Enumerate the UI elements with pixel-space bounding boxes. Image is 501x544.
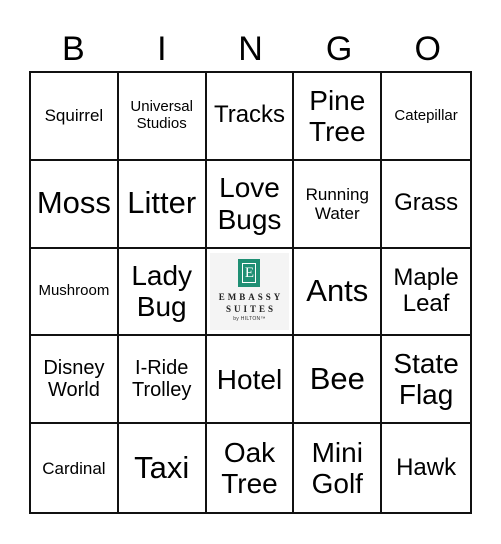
bingo-cell[interactable]: Mini Golf: [294, 424, 383, 512]
bingo-cell[interactable]: Litter: [118, 160, 207, 249]
bingo-cell[interactable]: I-Ride Trolley: [118, 336, 207, 425]
bingo-grid: Squirrel Universal Studios Tracks Pine T…: [29, 71, 472, 514]
embassy-suites-e-icon: E: [238, 259, 261, 288]
bingo-cell[interactable]: Ants: [294, 248, 383, 337]
header-letter-b: B: [61, 30, 85, 68]
cell-label: Running Water: [305, 184, 369, 223]
bingo-cell[interactable]: Moss: [31, 160, 119, 249]
cell-label: Hotel: [216, 363, 283, 395]
header-letter-n: N: [238, 30, 263, 68]
bingo-cell[interactable]: Mushroom: [31, 248, 119, 337]
cell-label: Mushroom: [38, 282, 110, 300]
bingo-cell[interactable]: Bee: [294, 336, 383, 425]
cell-label: Moss: [36, 185, 111, 221]
cell-label: Grass: [394, 189, 459, 217]
header-letter-o: O: [414, 30, 441, 68]
embassy-suites-logo: E EMBASSY SUITES by HILTON™: [209, 252, 290, 331]
cell-label: Maple Leaf: [393, 263, 459, 318]
cell-label: Squirrel: [44, 106, 104, 126]
cell-label: Pine Tree: [309, 84, 366, 147]
bingo-cell[interactable]: Squirrel: [31, 73, 119, 161]
bingo-cell[interactable]: Taxi: [119, 424, 207, 512]
cell-label: Ants: [306, 273, 369, 309]
cell-label: State Flag: [393, 347, 459, 411]
cell-label: Taxi: [134, 449, 190, 485]
cell-label: Cardinal: [42, 458, 106, 478]
bingo-cell[interactable]: Tracks: [206, 73, 295, 161]
bingo-cell[interactable]: Maple Leaf: [382, 249, 470, 337]
header-letter-g: G: [325, 30, 353, 68]
cell-label: Love Bugs: [217, 172, 282, 235]
bingo-cell[interactable]: Lady Bug: [118, 248, 207, 337]
bingo-cell[interactable]: Running Water: [294, 160, 383, 249]
bingo-cell[interactable]: Catepillar: [382, 73, 470, 161]
free-space-cell[interactable]: E EMBASSY SUITES by HILTON™: [206, 248, 295, 337]
logo-text-suites: SUITES: [225, 304, 276, 315]
logo-text-embassy: EMBASSY: [218, 292, 284, 303]
bingo-cell[interactable]: Hawk: [382, 424, 470, 512]
cell-label: Mini Golf: [311, 436, 363, 500]
header-letter-i: I: [157, 30, 167, 68]
bingo-cell[interactable]: Hotel: [206, 336, 295, 425]
bingo-cell[interactable]: Grass: [382, 161, 470, 249]
cell-label: Litter: [127, 185, 197, 221]
cell-label: Oak Tree: [221, 436, 278, 500]
cell-label: Bee: [309, 360, 365, 396]
cell-label: Disney World: [43, 356, 105, 402]
cell-label: Lady Bug: [131, 260, 193, 323]
cell-label: I-Ride Trolley: [132, 356, 192, 402]
bingo-cell[interactable]: Oak Tree: [207, 424, 295, 512]
bingo-cell[interactable]: Universal Studios: [118, 73, 207, 161]
bingo-cell[interactable]: Love Bugs: [206, 160, 295, 249]
cell-label: Catepillar: [394, 106, 458, 124]
cell-label: Tracks: [213, 101, 286, 129]
cell-label: Hawk: [396, 453, 457, 481]
bingo-cell[interactable]: Disney World: [31, 336, 119, 425]
bingo-header: B I N G O: [29, 28, 472, 70]
bingo-cell[interactable]: Cardinal: [31, 424, 119, 512]
bingo-cell[interactable]: State Flag: [382, 336, 470, 425]
logo-text-by-hilton: by HILTON™: [233, 316, 266, 323]
bingo-cell[interactable]: Pine Tree: [294, 73, 383, 161]
cell-label: Universal Studios: [130, 98, 193, 132]
